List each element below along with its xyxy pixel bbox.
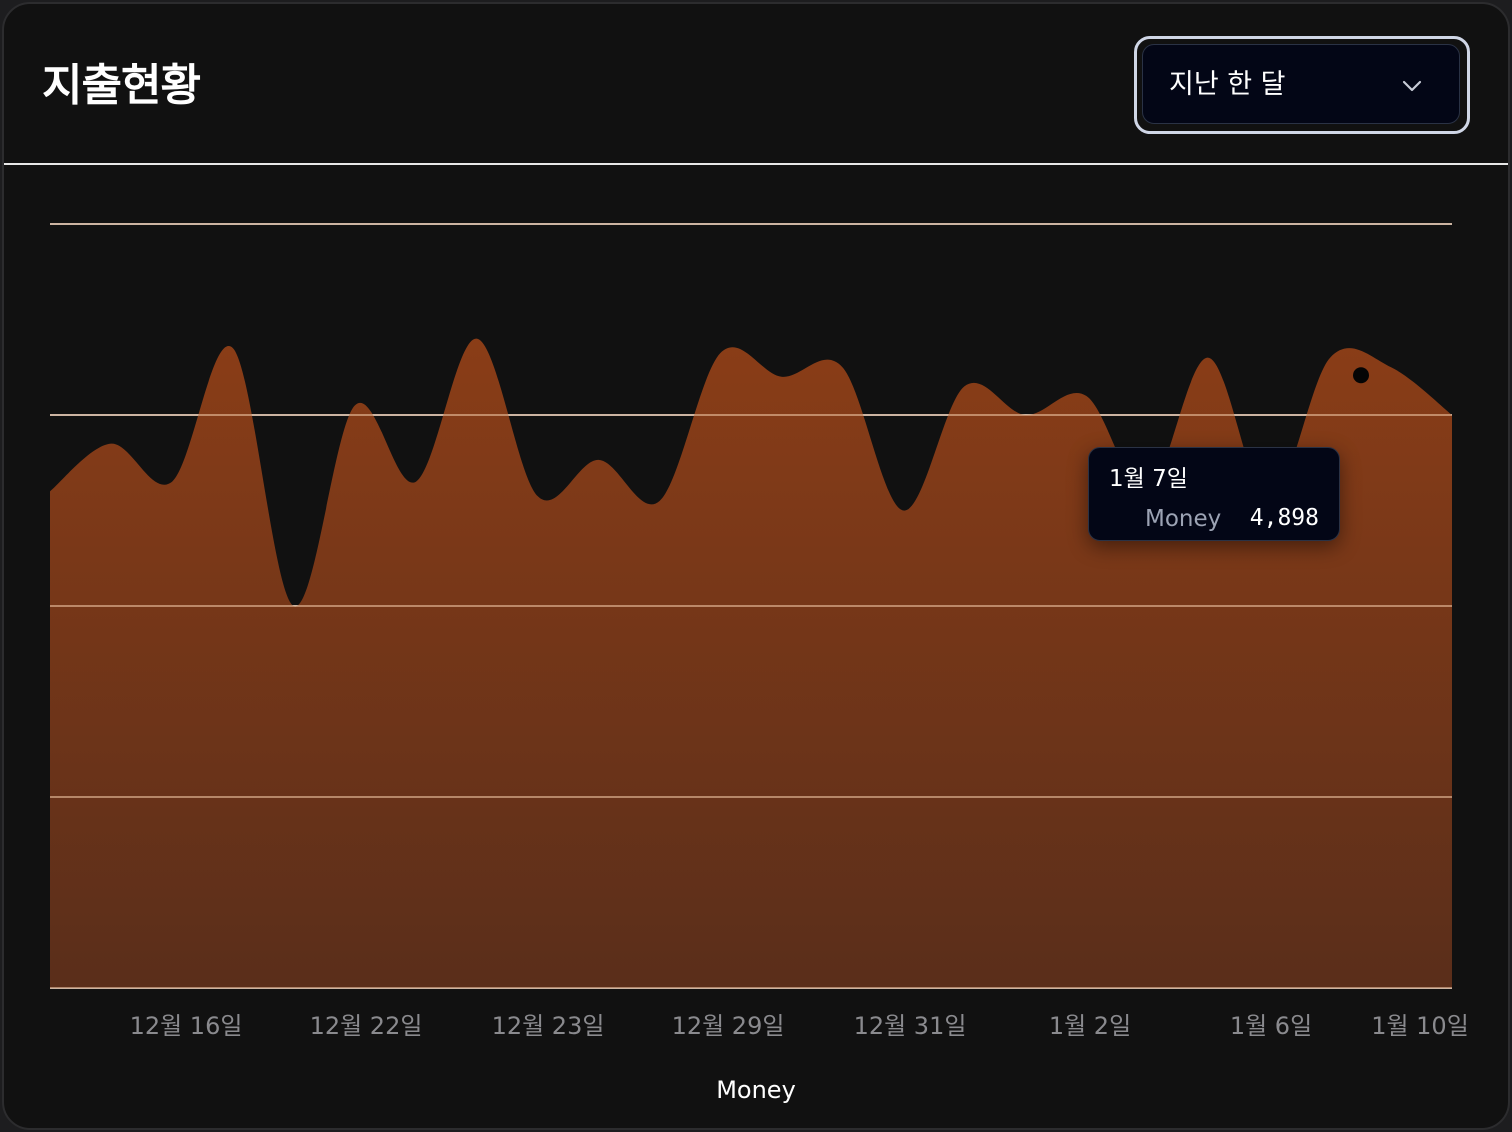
active-data-point[interactable] (1353, 367, 1369, 384)
tooltip-date: 1월 7일 (1109, 466, 1188, 492)
x-tick-label: 12월 16일 (130, 1012, 243, 1040)
x-tick-label: 12월 31일 (854, 1012, 967, 1040)
x-tick-label: 1월 10일 (1371, 1012, 1469, 1040)
x-axis-title: Money (716, 1076, 796, 1104)
series-area-money (50, 338, 1452, 988)
tooltip-value: 4,898 (1249, 505, 1319, 531)
x-tick-label: 12월 29일 (672, 1012, 785, 1040)
x-tick-label: 12월 22일 (310, 1012, 423, 1040)
tooltip-series-name: Money (1145, 506, 1222, 532)
x-tick-label: 12월 23일 (492, 1012, 605, 1040)
x-tick-label: 1월 6일 (1230, 1012, 1312, 1040)
chart-card: 지출현황 지난 한 달 12월 16일 12월 22일 12월 23일 12월 29일… (2, 2, 1510, 1130)
x-tick-label: 1월 2일 (1049, 1012, 1131, 1040)
chart-tooltip: 1월 7일 Money 4,898 (1088, 447, 1340, 541)
area-chart: 12월 16일 12월 22일 12월 23일 12월 29일 12월 31일 1월 2일… (50, 223, 1469, 1040)
